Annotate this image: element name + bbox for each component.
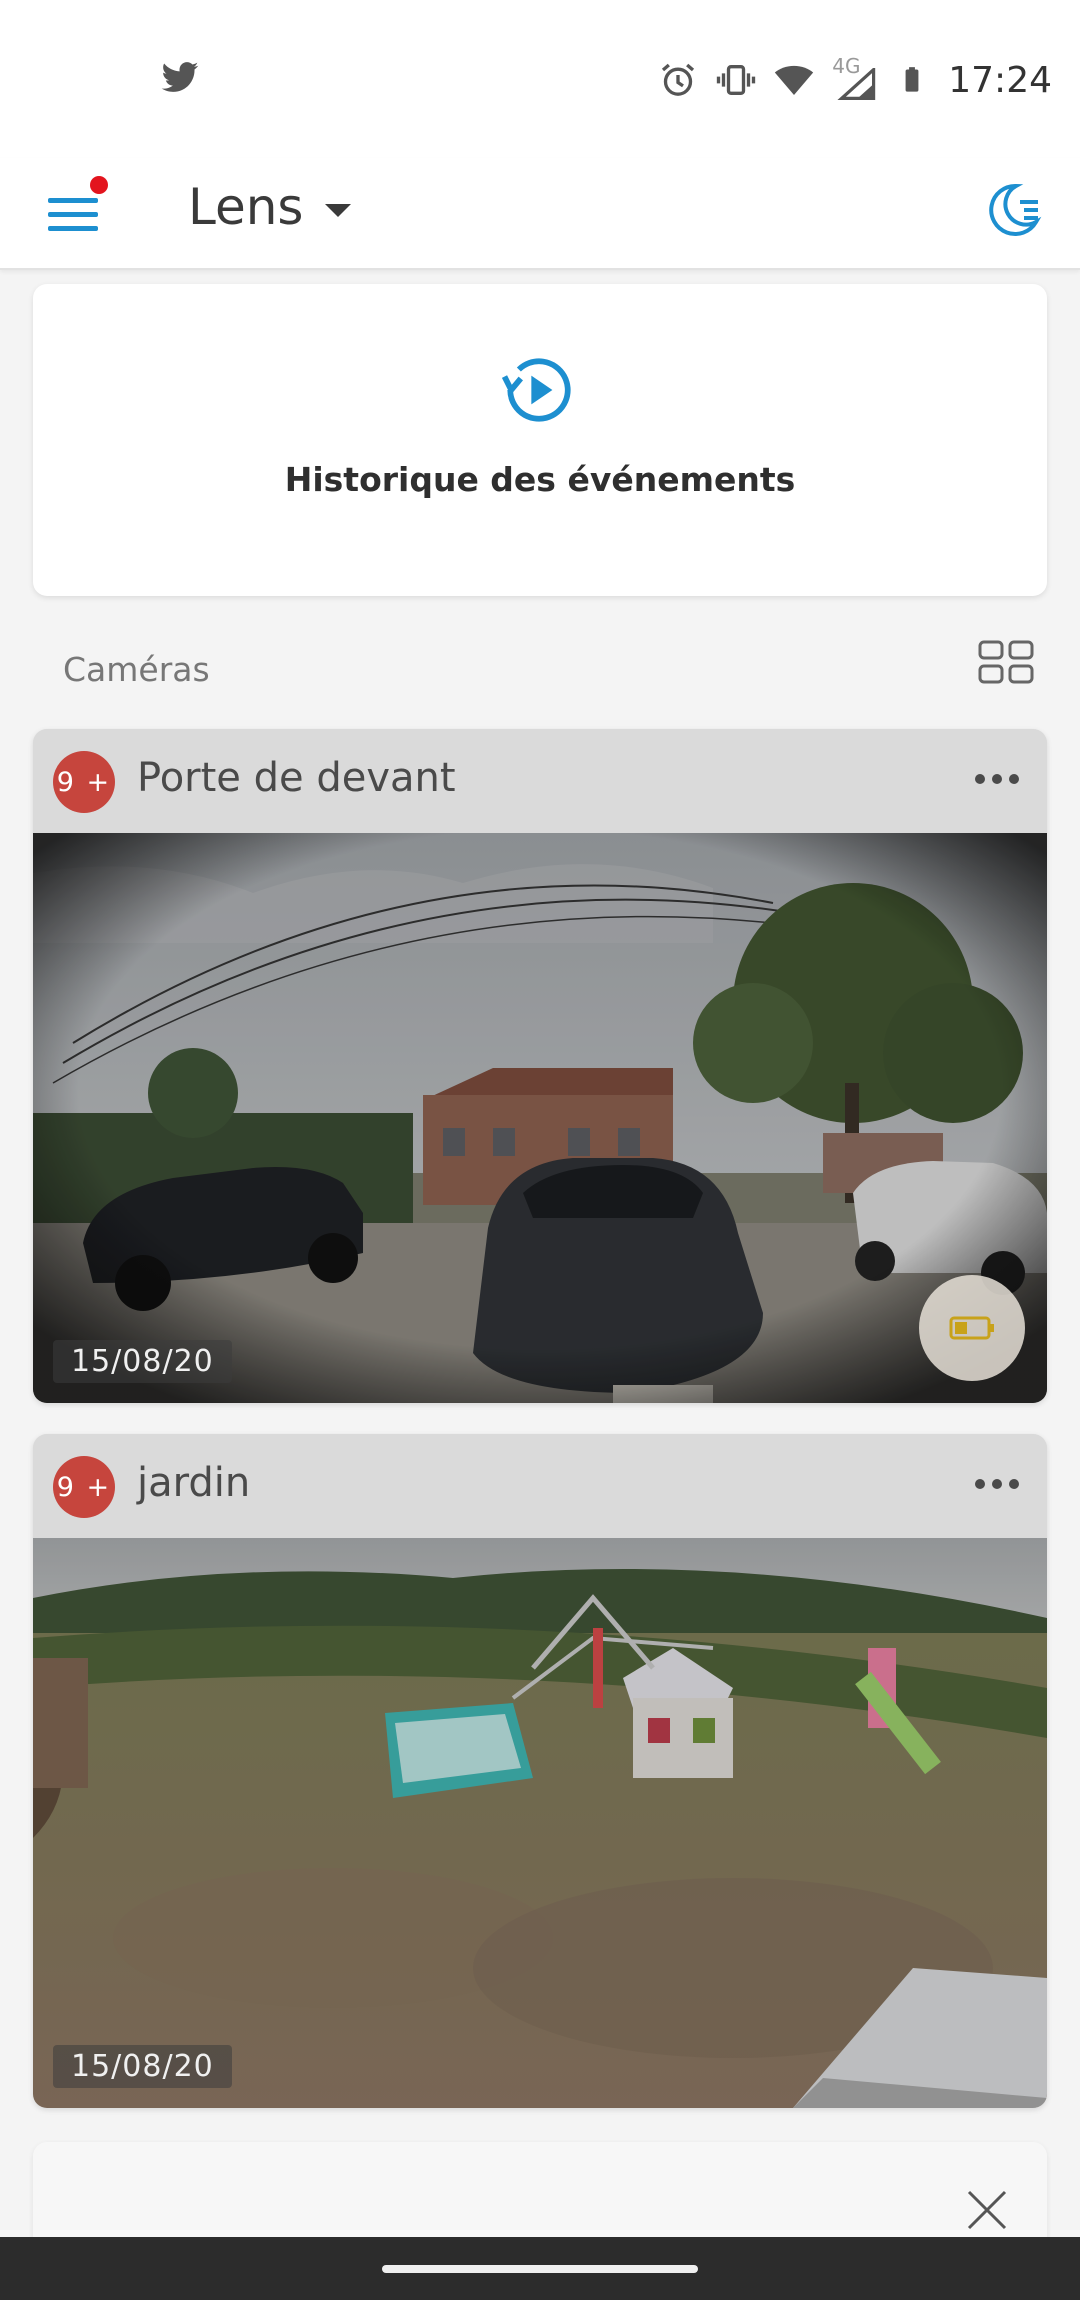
notification-dot	[90, 176, 108, 194]
camera-feed-image[interactable]: 15/08/20	[33, 833, 1047, 1403]
moon-mode-icon[interactable]	[980, 178, 1044, 242]
more-options-icon[interactable]	[975, 769, 1019, 789]
front-door-scene	[33, 833, 1047, 1403]
location-title: Lens	[188, 178, 304, 236]
home-gesture-handle[interactable]	[382, 2265, 698, 2273]
location-selector[interactable]: Lens	[188, 178, 352, 236]
app-header: Lens	[0, 158, 1080, 270]
system-navigation-bar	[0, 2237, 1080, 2300]
vibrate-icon	[717, 65, 756, 95]
camera-card[interactable]: 9 + Porte de devant 15/08/20	[33, 729, 1047, 1403]
camera-feed-image[interactable]: 15/08/20	[33, 1538, 1047, 2108]
more-options-icon[interactable]	[975, 1474, 1019, 1494]
battery-icon	[905, 67, 919, 92]
signal-icon	[837, 68, 876, 100]
close-icon[interactable]	[963, 2186, 1011, 2234]
alarm-icon	[662, 63, 695, 96]
history-play-icon	[501, 358, 571, 422]
status-bar: 4G 17:24	[0, 0, 1080, 158]
wifi-icon	[775, 65, 814, 95]
event-history-card[interactable]: Historique des événements	[33, 284, 1047, 596]
hamburger-menu-icon[interactable]	[40, 176, 110, 246]
event-count-badge: 9 +	[53, 1456, 115, 1518]
cameras-section-title: Caméras	[63, 650, 210, 689]
camera-name: Porte de devant	[137, 755, 456, 801]
clock: 17:24	[948, 59, 1052, 101]
snapshot-date: 15/08/20	[53, 2045, 232, 2088]
chevron-down-icon	[325, 203, 352, 217]
camera-header: 9 + Porte de devant	[33, 729, 1047, 833]
snapshot-date: 15/08/20	[53, 1340, 232, 1383]
camera-name: jardin	[137, 1460, 251, 1506]
event-history-label: Historique des événements	[284, 460, 796, 499]
camera-card[interactable]: 9 + jardin 15/08/20	[33, 1434, 1047, 2108]
camera-header: 9 + jardin	[33, 1434, 1047, 1538]
event-count-badge: 9 +	[53, 751, 115, 813]
network-type: 4G	[832, 54, 880, 100]
twitter-icon	[161, 62, 199, 92]
garden-scene	[33, 1538, 1047, 2108]
grid-view-icon[interactable]	[978, 640, 1034, 684]
status-icons: 4G 17:24	[658, 52, 1052, 108]
dashboard-content: Historique des événements Caméras 9 + Po…	[0, 272, 1080, 2262]
battery-low-icon[interactable]	[919, 1275, 1025, 1381]
